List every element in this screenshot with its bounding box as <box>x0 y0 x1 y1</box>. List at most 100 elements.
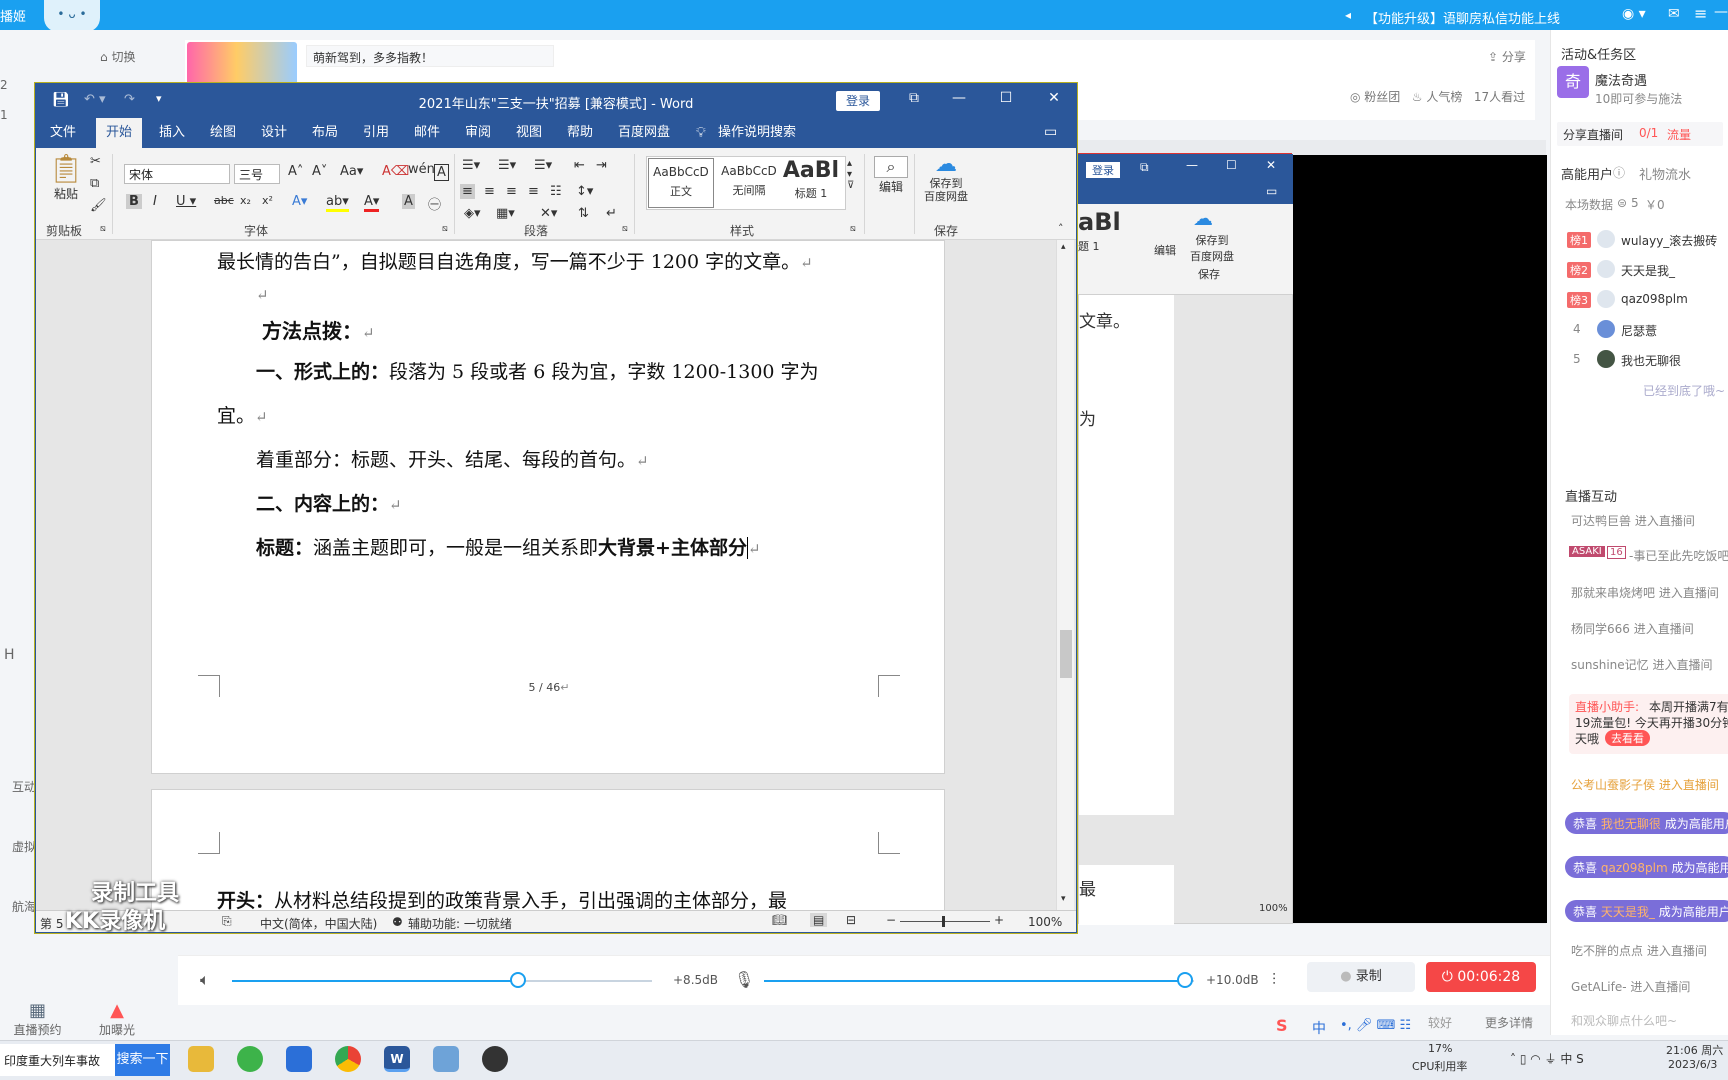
font-name-select[interactable]: 宋体 <box>124 164 230 184</box>
notice-text[interactable]: 【功能升级】语聊房私信功能上线 <box>1365 8 1560 27</box>
tab-gift-flow[interactable]: 礼物流水 <box>1639 164 1691 183</box>
browser-360-icon[interactable] <box>237 1046 263 1072</box>
magic-icon[interactable]: 奇 <box>1557 66 1589 98</box>
font-size-select[interactable]: 三号 <box>234 164 280 184</box>
mixer-icon[interactable]: ⫶ <box>1272 970 1276 990</box>
preview-word-capture[interactable]: 登录 ⧉ — ☐ ✕ ▭ aBl 题 1 编辑 ☁ 保存到 百度网盘 保存 文章… <box>1077 153 1293 925</box>
file-explorer-icon[interactable] <box>188 1046 214 1072</box>
login-button[interactable]: 登录 <box>836 91 880 111</box>
read-mode-icon[interactable]: 📖︎ <box>772 913 787 927</box>
zoom-slider-thumb[interactable] <box>942 916 945 927</box>
zoom-in-icon[interactable]: + <box>994 913 1004 927</box>
record-button[interactable]: ● 录制 <box>1307 962 1415 992</box>
underline-icon[interactable]: U ▾ <box>176 194 196 209</box>
change-case-icon[interactable]: Aa▾ <box>340 164 363 179</box>
tab-insert[interactable]: 插入 <box>149 118 195 148</box>
styles-more-icon[interactable]: ▴ ▾ ⊽ <box>847 158 854 191</box>
tab-review[interactable]: 审阅 <box>455 118 501 148</box>
status-language[interactable]: 中文(简体，中国大陆) <box>260 915 377 932</box>
word-window[interactable]: 💾︎ ↶ ▾ ↷ ▾ 2021年山东"三支一扶"招募 [兼容模式] - Word… <box>35 83 1077 933</box>
zoom-level[interactable]: 100% <box>1028 915 1062 929</box>
strikethrough-icon[interactable]: abc <box>214 194 234 207</box>
tray-icons[interactable]: ˄ ▯ ◠ ⏚ 中 S <box>1510 1050 1584 1067</box>
scroll-thumb[interactable] <box>1060 630 1072 678</box>
help-icon[interactable]: ⓘ <box>1613 164 1625 181</box>
share-button[interactable]: ⇪ 分享 <box>1488 48 1526 65</box>
photos-icon[interactable] <box>286 1046 312 1072</box>
avatar[interactable] <box>1597 290 1615 308</box>
align-left-icon[interactable]: ≡ <box>460 184 475 199</box>
more-details-link[interactable]: 更多详情 <box>1485 1014 1533 1031</box>
tab-file[interactable]: 文件 <box>40 118 86 148</box>
sidebar-item-voyage[interactable]: 航海 <box>12 898 36 915</box>
taskbar-search-input[interactable]: 印度重大列车事故 <box>0 1044 115 1076</box>
numbering-icon[interactable]: ☰▾ <box>498 158 516 173</box>
fans-button[interactable]: ◎ 粉丝团 <box>1350 90 1400 104</box>
speaker-icon[interactable]: 🔈︎ <box>200 970 210 990</box>
clock-time[interactable]: 21:06 周六 <box>1666 1042 1723 1058</box>
sogou-icon[interactable]: S <box>1276 1016 1288 1035</box>
sidebar-item-virtual[interactable]: 虚拟 <box>12 838 36 855</box>
align-center-icon[interactable]: ≡ <box>484 184 495 199</box>
tab-home[interactable]: 开始 <box>96 118 143 148</box>
share-task-row[interactable]: 分享直播间 0/1 流量 <box>1557 122 1723 146</box>
boost-button[interactable]: ▲ 加曝光 <box>92 1000 142 1038</box>
text-effects-icon[interactable]: A▾ <box>292 194 307 209</box>
recorder-icon[interactable] <box>482 1046 508 1072</box>
speaker-volume-knob[interactable] <box>509 972 526 988</box>
multilevel-list-icon[interactable]: ☰▾ <box>534 158 552 173</box>
scroll-up-icon[interactable]: ▴ <box>1061 242 1066 252</box>
popularity-button[interactable]: ♨ 人气榜 <box>1412 90 1463 104</box>
dialog-launcher-icon[interactable]: ⧅ <box>100 224 106 234</box>
status-accessibility[interactable]: 辅助功能: 一切就绪 <box>408 915 512 932</box>
user-name[interactable]: wulayy_滚去搬砖 <box>1621 232 1717 249</box>
increase-indent-icon[interactable]: ⇥ <box>596 158 607 173</box>
microphone-icon[interactable]: 🎙︎ <box>734 970 754 989</box>
grow-font-icon[interactable]: A˄ <box>288 164 303 179</box>
bullets-icon[interactable]: ☰▾ <box>462 158 480 173</box>
ribbon-display-icon[interactable]: ⧉ <box>899 90 929 106</box>
dialog-launcher-icon[interactable]: ⧅ <box>442 224 448 234</box>
speaker-volume-slider[interactable] <box>232 980 652 982</box>
decrease-indent-icon[interactable]: ⇤ <box>574 158 585 173</box>
avatar[interactable] <box>1597 350 1615 368</box>
mascot-avatar-icon[interactable]: • ᴗ • <box>44 0 100 32</box>
shrink-font-icon[interactable]: A˅ <box>312 164 327 179</box>
minimize-icon[interactable]: — <box>1714 4 1728 20</box>
user-name[interactable]: 天天是我_ <box>1621 262 1675 279</box>
phonetic-guide-icon[interactable]: wén <box>408 162 435 177</box>
tell-me-search[interactable]: 操作说明搜索 <box>708 118 806 148</box>
sidebar-fragment[interactable]: H <box>4 647 15 663</box>
tab-layout[interactable]: 布局 <box>302 118 348 148</box>
show-marks-icon[interactable]: ↵ <box>606 206 617 221</box>
print-layout-icon[interactable]: ▤ <box>810 913 828 927</box>
proofing-icon[interactable]: ⎘ <box>222 914 232 929</box>
style-no-spacing[interactable]: AaBbCcD 无间隔 <box>716 158 782 208</box>
chrome-icon[interactable] <box>335 1046 361 1072</box>
mail-icon[interactable]: ✉ <box>1668 6 1680 22</box>
taskbar-search-button[interactable]: 搜索一下 <box>115 1044 170 1076</box>
bold-icon[interactable]: B <box>126 194 142 209</box>
document-page[interactable]: 最长情的告白”，自拟题目自选角度，写一篇不少于 1200 字的文章。↵ ↵ 方法… <box>151 240 945 774</box>
minimize-icon[interactable]: — <box>944 90 974 106</box>
paste-button[interactable]: 📋︎ 粘贴 <box>46 152 86 202</box>
char-shading-icon[interactable]: A <box>402 194 415 209</box>
justify-icon[interactable]: ≡ <box>528 184 539 199</box>
avatar[interactable] <box>1597 260 1615 278</box>
switch-button[interactable]: ⌂ 切换 <box>100 48 135 65</box>
sidebar-item-interact[interactable]: 互动 <box>12 778 36 795</box>
stream-cover-image[interactable] <box>187 42 297 86</box>
tab-view[interactable]: 视图 <box>506 118 552 148</box>
magic-title[interactable]: 魔法奇遇 <box>1595 70 1647 89</box>
collapse-ribbon-icon[interactable]: ˄ <box>1058 222 1064 235</box>
zoom-slider[interactable] <box>900 921 990 922</box>
tab-mailings[interactable]: 邮件 <box>404 118 450 148</box>
user-name[interactable]: qaz098plm <box>1621 292 1688 306</box>
font-color-icon[interactable]: A▾ <box>364 194 380 212</box>
copy-icon[interactable]: ⧉ <box>90 176 99 191</box>
go-see-button[interactable]: 去看看 <box>1605 730 1650 746</box>
user-menu-icon[interactable]: ◉ ▾ <box>1622 6 1646 22</box>
borders-icon[interactable]: ▦▾ <box>496 206 515 221</box>
save-baidu-button[interactable]: ☁ 保存到 百度网盘 <box>920 152 972 203</box>
app-icon[interactable] <box>433 1046 459 1072</box>
